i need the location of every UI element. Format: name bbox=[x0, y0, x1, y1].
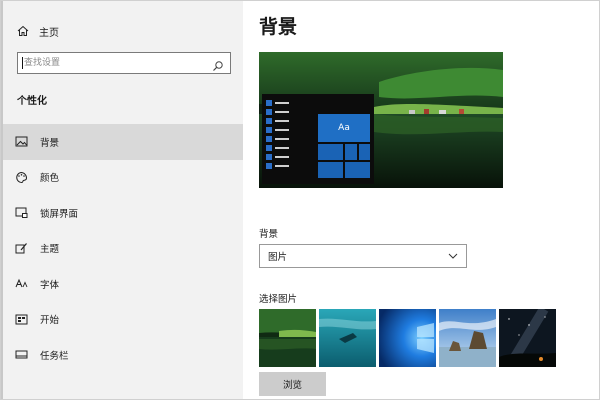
sidebar-item-label: 字体 bbox=[40, 279, 60, 291]
theme-icon bbox=[15, 242, 28, 255]
sidebar-nav: 背景 颜色 锁屏界面 主题 字体 开始 任务栏 bbox=[3, 124, 243, 373]
sidebar-item-label: 主题 bbox=[40, 244, 60, 256]
settings-window: 主页 个性化 背景 颜色 bbox=[0, 0, 600, 400]
sidebar-item-start[interactable]: 开始 bbox=[3, 302, 243, 338]
thumbnail-windows-blue[interactable] bbox=[379, 309, 436, 367]
chevron-down-icon bbox=[448, 251, 458, 261]
lock-screen-icon bbox=[15, 206, 28, 219]
app-list-mockup bbox=[266, 100, 289, 172]
sidebar-item-label: 锁屏界面 bbox=[40, 208, 79, 220]
sidebar: 主页 个性化 背景 颜色 bbox=[0, 0, 243, 400]
font-icon bbox=[15, 277, 28, 290]
taskbar-icon bbox=[15, 348, 28, 361]
tiles-mockup: Aa bbox=[318, 114, 370, 178]
page-title: 背景 bbox=[259, 16, 298, 38]
sidebar-item-taskbar[interactable]: 任务栏 bbox=[3, 337, 243, 373]
start-icon bbox=[15, 313, 28, 326]
sidebar-item-background[interactable]: 背景 bbox=[3, 124, 243, 160]
background-type-dropdown[interactable]: 图片 bbox=[259, 244, 467, 268]
sidebar-item-fonts[interactable]: 字体 bbox=[3, 266, 243, 302]
sidebar-item-label: 背景 bbox=[40, 137, 60, 149]
sidebar-item-label: 开始 bbox=[40, 315, 60, 327]
browse-button[interactable]: 浏览 bbox=[259, 372, 326, 396]
section-title: 个性化 bbox=[17, 96, 47, 107]
image-icon bbox=[15, 135, 28, 148]
thumbnail-beach-rocks[interactable] bbox=[439, 309, 496, 367]
search-input[interactable] bbox=[18, 53, 214, 73]
search-icon[interactable] bbox=[212, 57, 224, 71]
search-box[interactable] bbox=[17, 52, 231, 74]
sample-text-tile: Aa bbox=[318, 114, 370, 142]
dropdown-value: 图片 bbox=[268, 252, 288, 263]
thumbnail-night-sky[interactable] bbox=[499, 309, 556, 367]
home-nav[interactable]: 主页 bbox=[17, 22, 59, 40]
background-type-label: 背景 bbox=[259, 229, 279, 240]
sidebar-item-lock-screen[interactable]: 锁屏界面 bbox=[3, 195, 243, 231]
sidebar-item-themes[interactable]: 主题 bbox=[3, 231, 243, 267]
choose-picture-label: 选择图片 bbox=[259, 294, 298, 305]
thumbnail-lake-landscape[interactable] bbox=[259, 309, 316, 367]
text-cursor bbox=[22, 57, 23, 69]
home-label: 主页 bbox=[39, 27, 59, 39]
home-icon bbox=[17, 25, 29, 37]
palette-icon bbox=[15, 171, 28, 184]
sidebar-item-colors[interactable]: 颜色 bbox=[3, 160, 243, 196]
sidebar-item-label: 颜色 bbox=[40, 173, 60, 185]
thumbnail-underwater[interactable] bbox=[319, 309, 376, 367]
sidebar-item-label: 任务栏 bbox=[40, 350, 69, 362]
start-menu-mockup: Aa bbox=[262, 94, 374, 184]
main-content: 背景 Aa 背景 图片 选择图片 浏览 bbox=[243, 0, 600, 400]
background-preview: Aa bbox=[259, 52, 503, 188]
